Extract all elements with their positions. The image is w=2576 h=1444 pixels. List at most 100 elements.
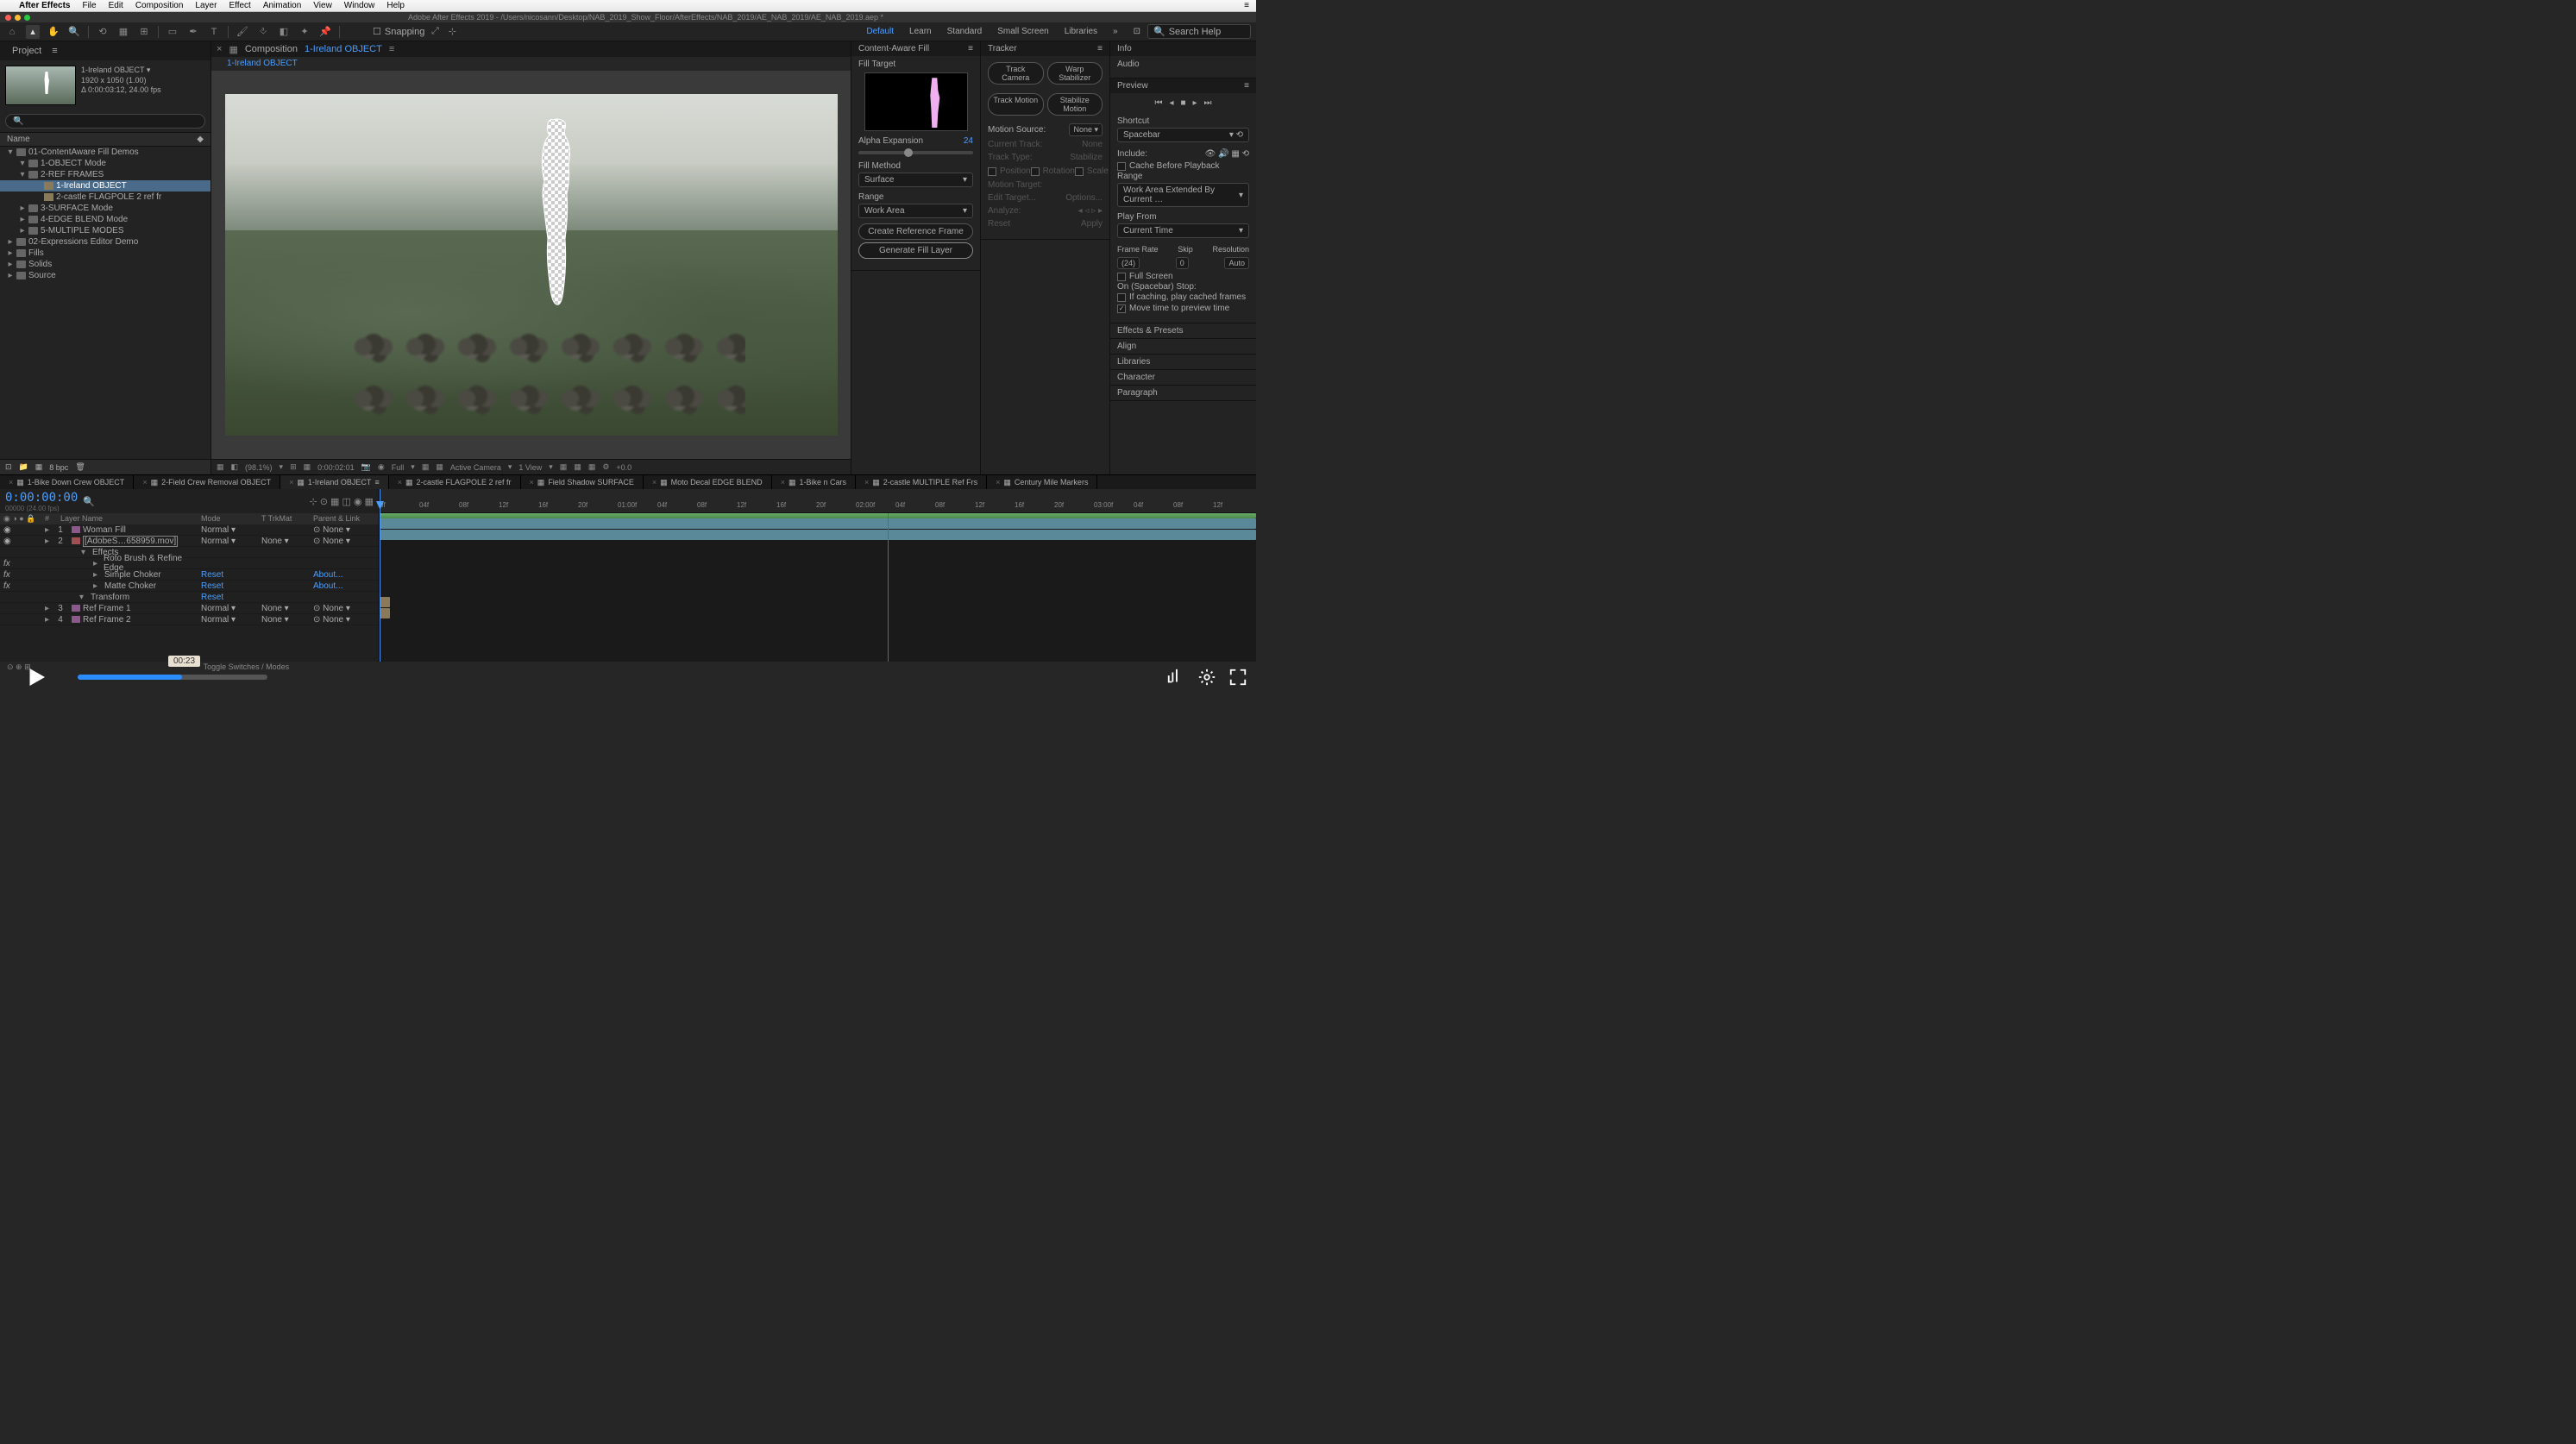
libraries-panel[interactable]: Libraries — [1110, 355, 1256, 370]
workspace-more-icon[interactable]: » — [1113, 27, 1118, 36]
menu-window[interactable]: Window — [344, 1, 375, 10]
tree-item[interactable]: ▸3-SURFACE Mode — [0, 203, 210, 214]
menu-effect[interactable]: Effect — [229, 1, 250, 10]
zoom-tool[interactable]: 🔍 — [67, 25, 81, 39]
track-motion-button[interactable]: Track Motion — [988, 93, 1044, 116]
col-mode[interactable]: Mode — [198, 514, 258, 524]
comp-breadcrumb[interactable]: 1-Ireland OBJECT — [227, 59, 298, 68]
comp-adjust-icon[interactable]: ⚙ — [602, 462, 609, 472]
menubar-extras-icon[interactable]: ≡ — [1244, 1, 1249, 10]
workspace-learn[interactable]: Learn — [909, 27, 932, 36]
brush-tool[interactable]: 🖌 — [236, 25, 249, 39]
project-tab[interactable]: Project — [7, 44, 47, 58]
comp-draft-icon[interactable]: ▦ — [574, 462, 581, 472]
layer-bar-1[interactable] — [380, 518, 1256, 529]
timeline-layers[interactable]: ◉▸1Woman FillNormal ▾⊙ None ▾◉▸2[AdobeS…… — [0, 524, 379, 625]
timeline-tab[interactable]: ×▦Moto Decal EDGE BLEND — [644, 475, 772, 489]
track-camera-button[interactable]: Track Camera — [988, 62, 1044, 85]
col-num[interactable]: # — [41, 514, 57, 524]
snapping-checkbox[interactable]: ☐ — [373, 26, 381, 37]
workspace-small[interactable]: Small Screen — [997, 27, 1048, 36]
fullscreen-icon[interactable] — [1228, 668, 1247, 687]
new-comp-icon[interactable]: ▦ — [35, 462, 43, 472]
clone-tool[interactable]: ⎀ — [256, 25, 270, 39]
timeline-timecode[interactable]: 0:00:00:00 — [5, 491, 78, 505]
paragraph-panel[interactable]: Paragraph — [1110, 386, 1256, 401]
fill-method-dropdown[interactable]: Surface▾ — [858, 173, 973, 187]
range-dropdown[interactable]: Work Area▾ — [858, 204, 973, 218]
tree-item[interactable]: ▸4-EDGE BLEND Mode — [0, 214, 210, 225]
tree-item[interactable]: ▸Solids — [0, 259, 210, 270]
col-trk[interactable]: T TrkMat — [258, 514, 310, 524]
timeline-ruler[interactable]: 0f04f08f12f16f20f01:00f04f08f12f16f20f02… — [380, 489, 1256, 513]
pan-behind-tool[interactable]: ⊞ — [137, 25, 151, 39]
timeline-layer-row[interactable]: ▸3Ref Frame 1Normal ▾None ▾⊙ None ▾ — [0, 603, 379, 614]
preview-range-dd[interactable]: Work Area Extended By Current …▾ — [1117, 183, 1249, 207]
layer-bar-4[interactable] — [380, 608, 390, 618]
comp-guides-icon[interactable]: ▦ — [304, 462, 311, 472]
panel-menu-icon[interactable]: ≡ — [47, 44, 62, 58]
snap-opt1-icon[interactable]: ⤢ — [428, 25, 442, 39]
snap-opt2-icon[interactable]: ⊹ — [445, 25, 459, 39]
caf-menu-icon[interactable]: ≡ — [968, 44, 973, 53]
motion-source-dd[interactable]: None ▾ — [1069, 123, 1103, 136]
preview-menu-icon[interactable]: ≡ — [1244, 81, 1249, 91]
col-name[interactable]: Layer Name — [57, 514, 198, 524]
workspace-reset-icon[interactable]: ⊡ — [1134, 27, 1140, 36]
warp-stabilizer-button[interactable]: Warp Stabilizer — [1047, 62, 1103, 85]
progress-bar[interactable] — [78, 675, 267, 680]
preview-prev-icon[interactable]: ◂ — [1169, 98, 1173, 108]
type-tool[interactable]: T — [207, 25, 221, 39]
timeline-tab[interactable]: ×▦2-Field Crew Removal OBJECT — [134, 475, 280, 489]
alpha-exp-slider[interactable] — [858, 151, 973, 154]
preview-panel-title[interactable]: Preview — [1117, 81, 1148, 91]
effects-presets-panel[interactable]: Effects & Presets — [1110, 323, 1256, 339]
timeline-layer-row[interactable]: fx▸Simple ChokerResetAbout... — [0, 569, 379, 581]
minimize-window-button[interactable] — [15, 15, 21, 21]
tracker-menu-icon[interactable]: ≡ — [1097, 44, 1103, 53]
include-loop-icon[interactable]: ⟲ — [1242, 149, 1249, 159]
caf-panel-title[interactable]: Content-Aware Fill — [858, 44, 929, 53]
hand-tool[interactable]: ✋ — [47, 25, 60, 39]
tracker-panel-title[interactable]: Tracker — [988, 44, 1017, 53]
timeline-tab[interactable]: ×▦Century Mile Markers — [987, 475, 1097, 489]
camera-tool[interactable]: ▦ — [116, 25, 130, 39]
layer-bar-2[interactable] — [380, 530, 1256, 540]
menu-view[interactable]: View — [313, 1, 332, 10]
comp-res-dd[interactable]: Full — [392, 463, 405, 472]
tree-item[interactable]: ▾1-OBJECT Mode — [0, 158, 210, 169]
timeline-tab[interactable]: ×▦1-Bike n Cars — [772, 475, 856, 489]
generate-fill-button[interactable]: Generate Fill Layer — [858, 242, 973, 259]
timeline-tabs[interactable]: ×▦1-Bike Down Crew OBJECT×▦2-Field Crew … — [0, 475, 1256, 489]
app-name[interactable]: After Effects — [19, 1, 70, 10]
preview-last-icon[interactable]: ⏭ — [1204, 98, 1212, 108]
interpret-icon[interactable]: ⊡ — [5, 462, 12, 472]
tree-item[interactable]: ▸5-MULTIPLE MODES — [0, 225, 210, 236]
comp-exposure[interactable]: +0.0 — [616, 463, 631, 472]
movetime-checkbox[interactable] — [1117, 304, 1126, 313]
include-video-icon[interactable]: 👁 — [1205, 149, 1216, 159]
framerate-dd[interactable]: (24) — [1117, 257, 1140, 269]
timeline-layer-row[interactable]: fx▸Matte ChokerResetAbout... — [0, 581, 379, 592]
resolution-dd[interactable]: Auto — [1224, 257, 1249, 269]
search-help-field[interactable]: 🔍 Search Help — [1147, 24, 1251, 39]
timeline-layer-row[interactable]: ◉▸2[AdobeS…658959.mov]Normal ▾None ▾⊙ No… — [0, 536, 379, 547]
preview-stop-icon[interactable]: ■ — [1180, 98, 1185, 108]
fullscreen-checkbox[interactable] — [1117, 273, 1126, 281]
project-comp-name[interactable]: 1-Ireland OBJECT ▾ — [81, 66, 161, 76]
layer-bar-3[interactable] — [380, 597, 390, 607]
comp-ref-icon[interactable]: ▦ — [560, 462, 568, 472]
roto-tool[interactable]: ✦ — [298, 25, 311, 39]
volume-icon[interactable] — [1166, 668, 1185, 687]
new-folder-icon[interactable]: 📁 — [19, 462, 28, 472]
timeline-icons[interactable]: ⊹ ⊙ ▦ ◫ ◉ ▦ — [310, 496, 374, 507]
comp-zoom[interactable]: (98.1%) — [245, 463, 273, 472]
alpha-exp-value[interactable]: 24 — [964, 136, 973, 146]
comp-lock-icon[interactable]: ▦ — [229, 44, 237, 55]
project-name-header[interactable]: Name — [7, 135, 30, 144]
comp-view-dd[interactable]: 1 View — [518, 463, 542, 472]
timeline-tab[interactable]: ×▦1-Bike Down Crew OBJECT — [0, 475, 134, 489]
play-from-dd[interactable]: Current Time▾ — [1117, 223, 1249, 238]
comp-mask-icon[interactable]: ◧ — [231, 462, 239, 472]
home-tool[interactable]: ⌂ — [5, 25, 19, 39]
